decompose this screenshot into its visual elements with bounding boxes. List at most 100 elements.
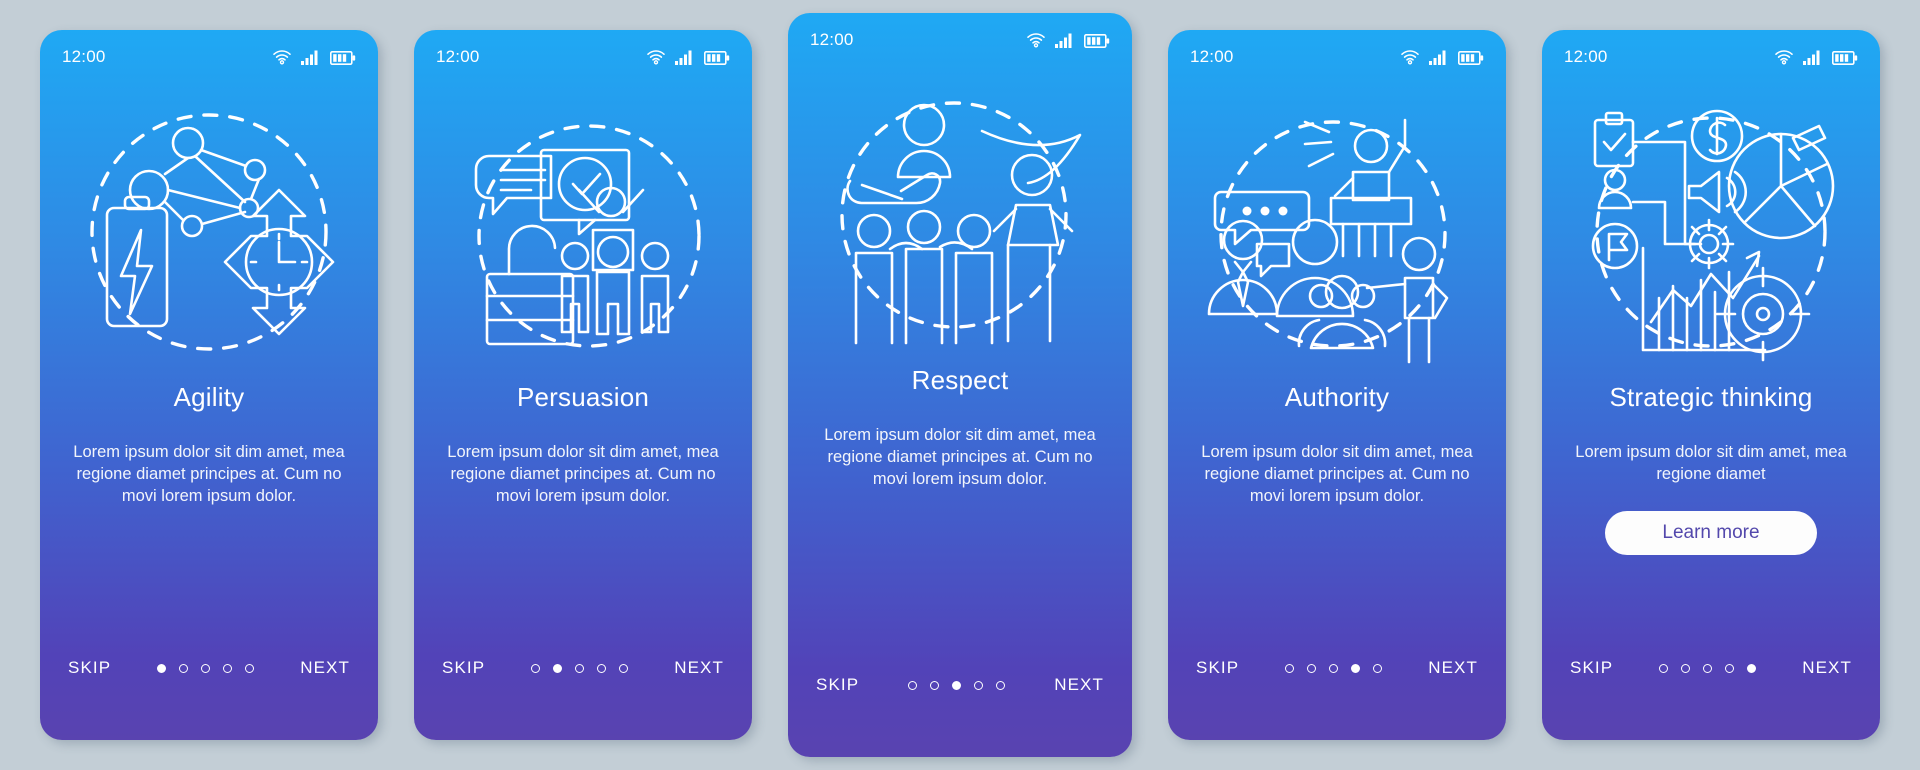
bottom-navigation: SKIP NEXT [1542,654,1880,682]
bottom-navigation: SKIP NEXT [1168,654,1506,682]
pagination-dot[interactable] [952,680,962,690]
pagination-dots [1659,663,1757,673]
onboarding-screen-respect: 12:00 Respect Lorem ipsum dolor sit dim … [788,13,1132,757]
pagination-dot[interactable] [179,663,189,673]
page-description: Lorem ipsum dolor sit dim amet, mea regi… [1575,443,1847,484]
page-title: Strategic thinking [1609,382,1813,412]
speech-bubble-check-icon [474,148,631,236]
pagination-dot[interactable] [908,680,918,690]
screen-content: Authority Lorem ipsum dolor sit dim amet… [1168,382,1506,507]
screen-content: Respect Lorem ipsum dolor sit dim amet, … [788,365,1132,490]
status-time: 12:00 [62,47,106,66]
status-bar: 12:00 [788,13,1132,67]
status-icons [1774,49,1858,65]
pagination-dot[interactable] [996,680,1006,690]
three-people-together-icon [854,209,994,345]
pagination-dot[interactable] [1747,663,1757,673]
screen-content: Persuasion Lorem ipsum dolor sit dim ame… [414,382,752,507]
skip-button[interactable]: SKIP [66,654,113,682]
pagination-dot[interactable] [575,663,585,673]
skip-button[interactable]: SKIP [814,671,861,699]
pagination-dot[interactable] [1351,663,1361,673]
battery-icon [330,51,356,65]
pagination-dots [908,680,1006,690]
cellular-signal-icon [675,50,692,65]
status-icons [1026,32,1110,48]
speaker-at-podium-icon [1303,118,1413,258]
bottom-navigation: SKIP NEXT [414,654,752,682]
authority-illustration [1168,92,1506,372]
page-description: Lorem ipsum dolor sit dim amet, mea regi… [447,443,719,506]
battery-icon [1832,51,1858,65]
onboarding-screens-board: 12:00 Agility Lorem ipsum dolor sit dim … [0,0,1920,770]
onboarding-screen-persuasion: 12:00 Persuasion Lorem ipsum dolor sit d… [414,30,752,740]
pagination-dot[interactable] [553,663,563,673]
pagination-dot[interactable] [1703,663,1713,673]
dashed-circle [1219,120,1447,348]
network-nodes-icon [128,126,267,238]
agility-illustration [40,92,378,372]
pagination-dot[interactable] [223,663,233,673]
status-bar: 12:00 [1542,30,1880,84]
onboarding-screen-strategic-thinking: 12:00 Strategic thinking Lorem ipsum dol… [1542,30,1880,740]
next-button[interactable]: NEXT [298,654,352,682]
battery-lightning-icon [105,195,169,328]
status-icons [272,49,356,65]
status-bar: 12:00 [414,30,752,84]
respect-illustration [788,75,1132,355]
status-time: 12:00 [1564,47,1608,66]
pagination-dot[interactable] [619,663,629,673]
onboarding-screen-authority: 12:00 Authority Lorem ipsum dolor sit di… [1168,30,1506,740]
next-button[interactable]: NEXT [672,654,726,682]
pointing-figure-icon [1365,236,1449,364]
pagination-dot[interactable] [597,663,607,673]
battery-icon [1084,34,1110,48]
target-icon [1715,266,1811,362]
page-title: Persuasion [516,382,650,412]
status-bar: 12:00 [1168,30,1506,84]
wifi-icon [1027,33,1045,48]
next-button[interactable]: NEXT [1426,654,1480,682]
cellular-signal-icon [1803,50,1820,65]
page-description: Lorem ipsum dolor sit dim amet, mea regi… [73,443,345,506]
cellular-signal-icon [301,50,318,65]
battery-icon [1458,51,1484,65]
bottom-navigation: SKIP NEXT [788,671,1132,699]
pagination-dot[interactable] [930,680,940,690]
status-time: 12:00 [436,47,480,66]
megaphone-icon [1687,170,1748,214]
pagination-dots [531,663,629,673]
status-icons [646,49,730,65]
pagination-dot[interactable] [1307,663,1317,673]
skip-button[interactable]: SKIP [1568,654,1615,682]
pagination-dot[interactable] [245,663,255,673]
page-description: Lorem ipsum dolor sit dim amet, mea regi… [824,426,1096,489]
page-description: Lorem ipsum dolor sit dim amet, mea regi… [1201,443,1473,506]
pagination-dot[interactable] [1285,663,1295,673]
hero-cape-figure-icon [980,129,1082,343]
cellular-signal-icon [1429,50,1446,65]
next-button[interactable]: NEXT [1800,654,1854,682]
open-padlock-icon [485,224,575,346]
wifi-icon [273,50,291,65]
status-bar: 12:00 [40,30,378,84]
page-title: Agility [173,382,245,412]
pagination-dot[interactable] [531,663,541,673]
next-button[interactable]: NEXT [1052,671,1106,699]
skip-button[interactable]: SKIP [440,654,487,682]
cellular-signal-icon [1055,33,1072,48]
pagination-dot[interactable] [157,663,167,673]
pagination-dot[interactable] [1373,663,1383,673]
status-icons [1400,49,1484,65]
learn-more-button[interactable]: Learn more [1605,511,1817,556]
bottom-navigation: SKIP NEXT [40,654,378,682]
pagination-dot[interactable] [1329,663,1339,673]
pagination-dot[interactable] [201,663,211,673]
skip-button[interactable]: SKIP [1194,654,1241,682]
pagination-dot[interactable] [974,680,984,690]
pagination-dot[interactable] [1681,663,1691,673]
page-title: Respect [911,365,1009,395]
wifi-icon [1401,50,1419,65]
pagination-dot[interactable] [1725,663,1735,673]
pagination-dot[interactable] [1659,663,1669,673]
